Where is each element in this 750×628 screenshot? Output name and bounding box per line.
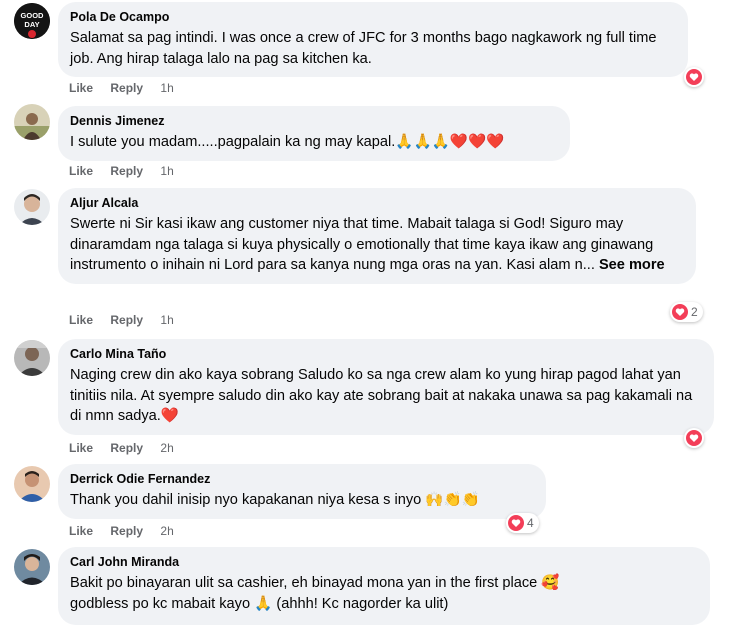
reply-button[interactable]: Reply [110, 313, 143, 327]
comment-text: Salamat sa pag intindi. I was once a cre… [70, 30, 657, 67]
heart-reaction-icon [686, 430, 702, 446]
profile-photo-icon [14, 189, 50, 225]
comment-bubble: Dennis Jimenez I sulute you madam.....pa… [58, 106, 570, 161]
heart-reaction-icon [672, 304, 688, 320]
reaction-badge[interactable] [684, 428, 704, 448]
avatar[interactable] [14, 340, 50, 376]
reaction-badge[interactable] [684, 67, 704, 87]
heart-reaction-icon [686, 69, 702, 85]
like-button[interactable]: Like [69, 313, 93, 327]
reaction-count: 4 [527, 516, 534, 530]
comment-bubble: Carl John Miranda Bakit po binayaran uli… [58, 547, 710, 625]
reply-button[interactable]: Reply [110, 81, 143, 95]
comment-bubble: Carlo Mina Taño Naging crew din ako kaya… [58, 339, 714, 435]
reply-button[interactable]: Reply [110, 441, 143, 455]
like-button[interactable]: Like [69, 441, 93, 455]
svg-text:DAY: DAY [24, 20, 39, 29]
reaction-badge[interactable]: 4 [506, 513, 539, 533]
comment-bubble: Derrick Odie Fernandez Thank you dahil i… [58, 464, 546, 519]
reply-button[interactable]: Reply [110, 524, 143, 538]
comment-time[interactable]: 1h [160, 81, 173, 95]
comment-author[interactable]: Carlo Mina Taño [70, 346, 702, 363]
comment-text: Bakit po binayaran ulit sa cashier, eh b… [70, 575, 560, 591]
like-button[interactable]: Like [69, 524, 93, 538]
comment-author[interactable]: Pola De Ocampo [70, 9, 676, 26]
comment-author[interactable]: Aljur Alcala [70, 195, 678, 212]
profile-photo-icon [14, 466, 50, 502]
comment-bubble: Pola De Ocampo Salamat sa pag intindi. I… [58, 2, 688, 77]
like-button[interactable]: Like [69, 81, 93, 95]
comment-text-line-2: godbless po kc mabait kayo 🙏 (ahhh! Kc n… [70, 595, 449, 612]
comment-time[interactable]: 1h [160, 313, 173, 327]
avatar[interactable] [14, 104, 50, 140]
reaction-badge[interactable]: 2 [670, 302, 703, 322]
comment-author[interactable]: Derrick Odie Fernandez [70, 471, 534, 488]
svg-text:GOOD: GOOD [21, 11, 45, 20]
comment-time[interactable]: 2h [160, 441, 173, 455]
like-button[interactable]: Like [69, 164, 93, 178]
profile-photo-icon [14, 104, 50, 140]
comment-time[interactable]: 1h [160, 164, 173, 178]
comment-actions: Like Reply 1h [69, 81, 174, 95]
reply-button[interactable]: Reply [110, 164, 143, 178]
avatar[interactable]: GOOD DAY [14, 3, 50, 39]
comment-actions: Like Reply 2h [69, 524, 174, 538]
comment-text: I sulute you madam.....pagpalain ka ng m… [70, 134, 505, 150]
reaction-count: 2 [691, 305, 698, 319]
profile-photo-icon [14, 549, 50, 585]
comment-text: Naging crew din ako kaya sobrang Saludo … [70, 367, 693, 424]
avatar[interactable] [14, 189, 50, 225]
see-more-link[interactable]: See more [599, 257, 665, 273]
comment-author[interactable]: Carl John Miranda [70, 554, 698, 571]
good-day-logo-icon: GOOD DAY [14, 3, 50, 39]
comment-actions: Like Reply 1h [69, 313, 174, 327]
comment-actions: Like Reply 1h [69, 164, 174, 178]
heart-reaction-icon [508, 515, 524, 531]
comment-text: Swerte ni Sir kasi ikaw ang customer niy… [70, 214, 678, 276]
comment-time[interactable]: 2h [160, 524, 173, 538]
comment-bubble: Aljur Alcala Swerte ni Sir kasi ikaw ang… [58, 188, 696, 284]
avatar[interactable] [14, 549, 50, 585]
comment-author[interactable]: Dennis Jimenez [70, 113, 558, 130]
comment-text: Thank you dahil inisip nyo kapakanan niy… [70, 492, 480, 508]
comment-actions: Like Reply 2h [69, 441, 174, 455]
comment-text-body: Swerte ni Sir kasi ikaw ang customer niy… [70, 216, 654, 273]
profile-photo-icon [14, 340, 50, 376]
avatar[interactable] [14, 466, 50, 502]
